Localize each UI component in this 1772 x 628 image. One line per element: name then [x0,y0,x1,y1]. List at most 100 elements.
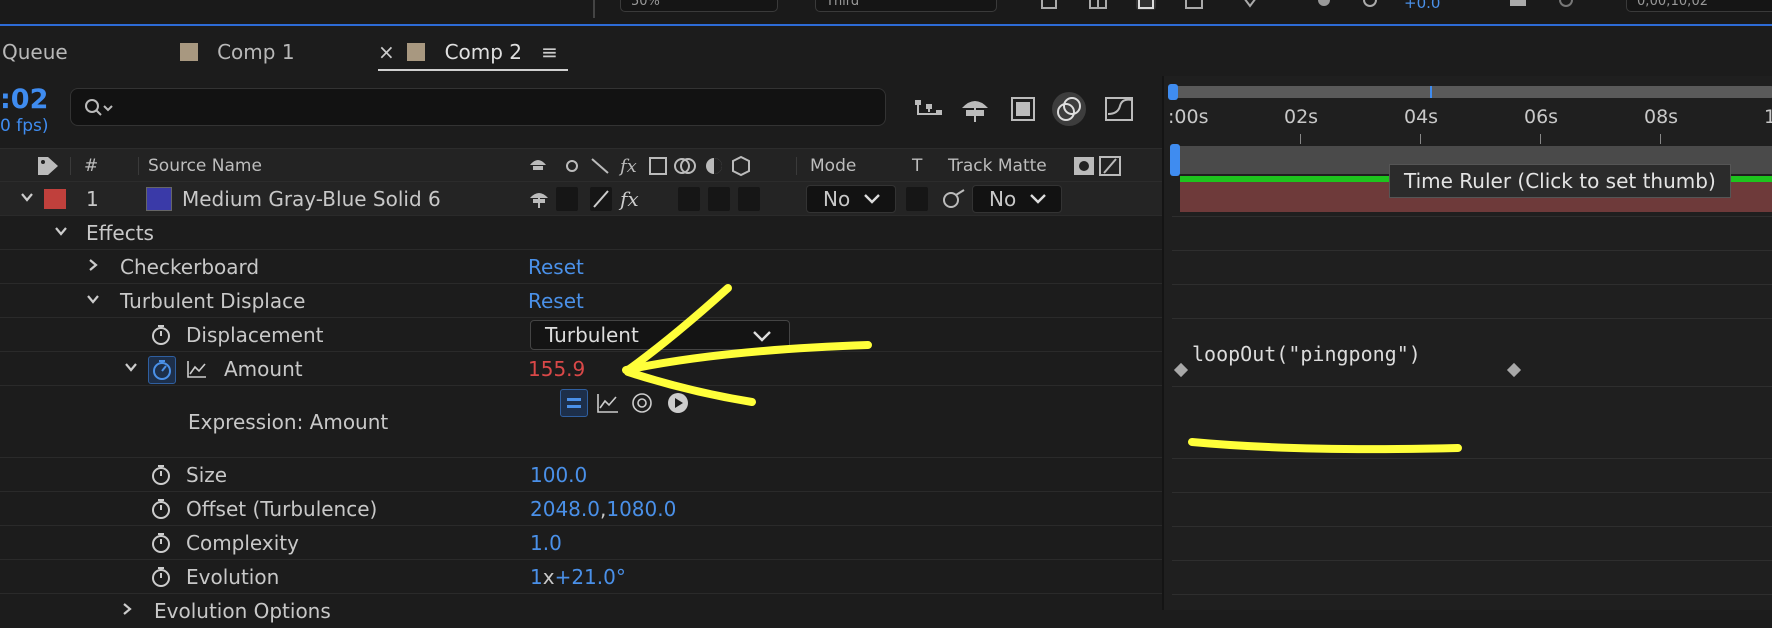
expression-graph-icon[interactable] [596,392,620,414]
mode-dropdown[interactable]: No [806,185,896,213]
layer-name[interactable]: Medium Gray-Blue Solid 6 [182,187,441,211]
expression-text-field[interactable]: loopOut("pingpong") [1192,342,1421,366]
color-management-icon[interactable] [1314,0,1334,10]
keyframe[interactable] [1173,362,1189,378]
exposure-icon[interactable] [1360,0,1380,10]
column-source-name[interactable]: Source Name [148,156,262,176]
stopwatch-icon[interactable] [150,464,172,486]
composition-flowchart-icon[interactable] [912,92,946,126]
property-row-complexity[interactable]: Complexity 1.0 [0,526,1162,560]
tab-comp-2[interactable]: × Comp 2 ≡ [378,40,558,64]
tab-queue[interactable]: Queue [2,40,68,64]
property-group-label: Evolution Options [154,599,331,623]
keyframe[interactable] [1506,362,1522,378]
offset-x-value[interactable]: 2048.0 [530,497,600,521]
effect-row-checkerboard[interactable]: Checkerboard Reset [0,250,1162,284]
size-value[interactable]: 100.0 [530,463,587,487]
time-navigator-start-handle[interactable] [1168,84,1178,100]
zoom-dropdown[interactable]: 50% [620,0,778,12]
adjustment-layer-switch[interactable] [738,187,760,211]
snapshot-icon[interactable] [1508,0,1528,10]
property-row-size[interactable]: Size 100.0 [0,458,1162,492]
shy-layers-icon[interactable] [958,92,992,126]
collapse-switch[interactable] [556,187,578,211]
property-row-displacement[interactable]: Displacement Turbulent [0,318,1162,352]
graph-icon[interactable] [186,359,208,379]
mode-value: No [823,187,851,211]
time-navigator-bar[interactable] [1172,86,1772,98]
stopwatch-icon[interactable] [150,532,172,554]
column-mode[interactable]: Mode [810,156,856,176]
current-time-indicator[interactable] [1170,144,1180,176]
column-divider [796,157,797,175]
current-time[interactable]: :02 [0,84,48,115]
effect-row-turbulent-displace[interactable]: Turbulent Displace Reset [0,284,1162,318]
preserve-transparency-switch[interactable] [906,187,928,211]
region-of-interest-icon[interactable] [1184,0,1204,10]
motion-blur-icon[interactable] [1052,92,1086,126]
stopwatch-icon[interactable] [150,566,172,588]
zoom-value: 50% [631,0,660,9]
displacement-dropdown[interactable]: Turbulent [530,320,790,350]
show-snapshot-icon[interactable] [1556,0,1576,10]
effects-group-row[interactable]: Effects [0,216,1162,250]
layer-row[interactable]: 1 Medium Gray-Blue Solid 6 fx No No [0,182,1162,216]
column-track-matte[interactable]: Track Matte [948,156,1047,176]
current-time-display[interactable]: 0;00;10;02 [1626,0,1772,12]
pick-whip-icon[interactable] [942,188,966,210]
layer-label-color[interactable] [44,189,66,209]
evolution-revolutions-value[interactable]: 1 [530,565,543,589]
property-row-evolution[interactable]: Evolution 1x+21.0° [0,560,1162,594]
mask-visibility-icon[interactable] [1136,0,1156,10]
complexity-value[interactable]: 1.0 [530,531,562,555]
property-row-amount[interactable]: Amount 155.9 [0,352,1162,386]
ruler-tick-label: :00s [1168,106,1209,128]
resolution-dropdown[interactable]: Third [815,0,997,12]
chevron-right-icon[interactable] [86,258,100,272]
channel-icon[interactable] [1240,0,1260,10]
effect-reset-link[interactable]: Reset [528,255,584,279]
label-tag-icon[interactable] [36,155,60,177]
evolution-degrees-value[interactable]: +21.0° [555,565,626,589]
effects-switch-icon[interactable]: fx [618,186,644,212]
property-row-offset[interactable]: Offset (Turbulence) 2048.0,1080.0 [0,492,1162,526]
stopwatch-icon[interactable] [150,498,172,520]
expression-enable-icon[interactable] [560,389,588,417]
close-icon[interactable]: × [378,40,395,64]
fast-previews-icon[interactable] [1040,0,1060,10]
transparency-grid-icon[interactable] [1088,0,1108,10]
column-t[interactable]: T [912,156,922,176]
chevron-down-icon[interactable] [54,224,68,238]
effect-name: Checkerboard [120,255,260,279]
amount-value[interactable]: 155.9 [528,357,585,381]
chevron-down-icon[interactable] [86,292,100,306]
stopwatch-active-icon[interactable] [148,356,176,384]
chevron-down-icon[interactable] [124,360,138,374]
graph-editor-icon[interactable] [1102,92,1136,126]
exposure-value[interactable]: +0.0 [1404,0,1440,12]
shy-switch-icon[interactable] [528,188,550,210]
offset-y-value[interactable]: 1080.0 [606,497,676,521]
expression-row-amount[interactable]: Expression: Amount [0,386,1162,458]
panel-menu-icon[interactable]: ≡ [541,40,558,64]
tab-comp-1[interactable]: Comp 1 [180,40,295,64]
chevron-right-icon[interactable] [120,602,134,616]
frame-blend-switch[interactable] [678,187,700,211]
stopwatch-icon[interactable] [150,324,172,346]
track-matte-dropdown[interactable]: No [972,185,1062,213]
pick-whip-icon[interactable] [630,391,654,415]
column-number[interactable]: # [84,156,98,176]
chevron-down-icon[interactable] [20,190,34,204]
motion-blur-switch[interactable] [708,187,730,211]
frame-blending-icon[interactable] [1006,92,1040,126]
property-label: Amount [224,357,303,381]
expression-language-menu-icon[interactable] [666,391,690,415]
effect-reset-link[interactable]: Reset [528,289,584,313]
property-group-evolution-options[interactable]: Evolution Options [0,594,1162,628]
quality-switch-icon[interactable] [590,187,612,211]
chevron-down-icon [864,194,880,204]
layer-search-input[interactable] [70,88,886,126]
property-label: Size [186,463,228,487]
timeline-graph-area[interactable]: :00s 02s 04s 06s 08s 1 Time Ruler (Click… [1162,76,1772,610]
viewer-toolbar: 50% Third +0.0 0;00;10;02 [0,0,1772,26]
